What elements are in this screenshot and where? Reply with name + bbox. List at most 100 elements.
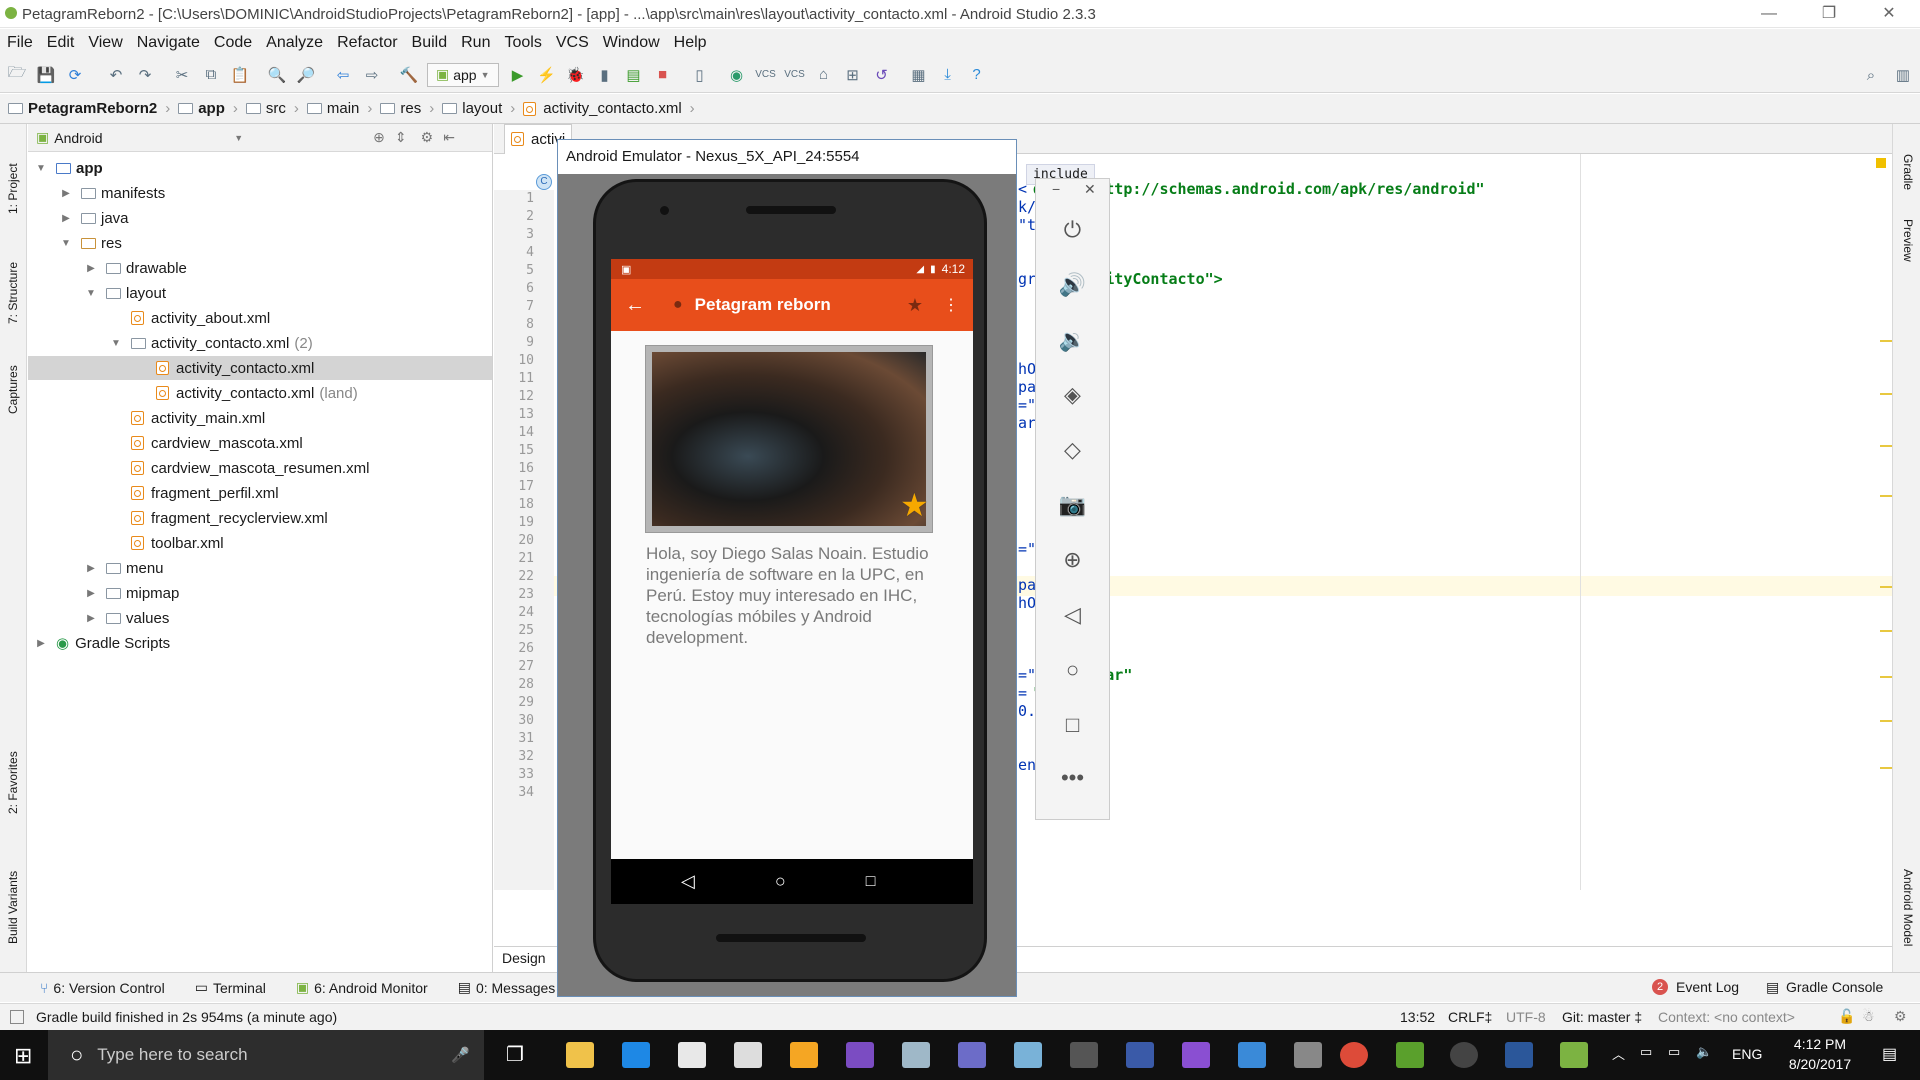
tree-item[interactable]: toolbar.xml [28, 531, 492, 555]
change-marker[interactable] [1880, 445, 1892, 447]
git-branch[interactable]: Git: master ‡ [1562, 1009, 1642, 1025]
sync-icon[interactable]: ⟳ [64, 64, 86, 86]
breadcrumb-layout[interactable]: layout [442, 100, 502, 117]
star-icon[interactable]: ★ [907, 295, 923, 316]
mail-icon[interactable] [734, 1042, 762, 1068]
collapsed-arrow-icon[interactable]: ▶ [84, 613, 98, 624]
run-icon[interactable]: ▶ [507, 64, 529, 86]
locate-icon[interactable]: ⊕ [373, 129, 385, 146]
replace-icon[interactable]: 🔎 [295, 64, 317, 86]
change-marker[interactable] [1880, 676, 1892, 678]
context-indicator[interactable]: Context: <no context> [1658, 1009, 1795, 1025]
change-marker[interactable] [1880, 393, 1892, 395]
notifications-icon[interactable]: ⚙ [1894, 1008, 1907, 1025]
change-marker[interactable] [1880, 767, 1892, 769]
menu-analyze[interactable]: Analyze [266, 29, 323, 57]
structure-icon[interactable]: ⊞ [842, 64, 864, 86]
microphone-icon[interactable]: 🎤 [451, 1046, 470, 1064]
breadcrumb-res[interactable]: res [380, 100, 421, 117]
tool-favorites[interactable]: 2: Favorites [6, 751, 20, 814]
tree-item[interactable]: activity_about.xml [28, 306, 492, 330]
menu-run[interactable]: Run [461, 29, 490, 57]
tray-up-icon[interactable]: ︿ [1612, 1044, 1625, 1063]
tab-design[interactable]: Design [502, 950, 546, 966]
lock-icon[interactable]: 🔓 [1838, 1008, 1855, 1025]
breadcrumb-project[interactable]: PetagramReborn2 [8, 100, 157, 117]
back-arrow-icon[interactable]: ← [625, 294, 645, 317]
android-app-icon[interactable] [1396, 1042, 1424, 1068]
change-marker[interactable] [1880, 586, 1892, 588]
make-project-icon[interactable]: 🔨 [398, 64, 420, 86]
menu-edit[interactable]: Edit [47, 29, 75, 57]
redo-icon[interactable]: ↷ [134, 64, 156, 86]
home-icon[interactable]: ○ [1036, 657, 1109, 683]
screenshot-icon[interactable]: 📷 [1036, 492, 1109, 518]
visual-studio-icon[interactable] [846, 1042, 874, 1068]
tool-event-log[interactable]: Event Log [1676, 979, 1739, 995]
find-icon[interactable]: 🔍 [266, 64, 288, 86]
collapsed-arrow-icon[interactable]: ▶ [84, 263, 98, 274]
action-center-icon[interactable]: ▤ [1882, 1044, 1897, 1064]
collapsed-arrow-icon[interactable]: ▶ [34, 638, 48, 649]
breadcrumb-src[interactable]: src [245, 100, 286, 117]
language-indicator[interactable]: ENG [1732, 1046, 1762, 1062]
zoom-icon[interactable]: ⊕ [1036, 547, 1109, 573]
attach-debugger-icon[interactable]: ▤ [623, 64, 645, 86]
chrome-icon[interactable] [1340, 1042, 1368, 1068]
tree-item[interactable]: ▼ layout [28, 281, 492, 305]
coverage-icon[interactable]: ▮ [594, 64, 616, 86]
collapsed-arrow-icon[interactable]: ▶ [84, 588, 98, 599]
tool-project[interactable]: 1: Project [6, 163, 20, 214]
favorite-star-icon[interactable]: ★ [900, 486, 929, 524]
back-icon[interactable]: ◁ [1036, 602, 1109, 628]
windows-start-icon[interactable]: ⊞ [14, 1043, 32, 1069]
tool-android-monitor[interactable]: 6: Android Monitor [314, 980, 428, 996]
tree-item[interactable]: activity_contacto.xml [28, 356, 492, 380]
word-icon[interactable] [1505, 1042, 1533, 1068]
change-marker[interactable] [1880, 720, 1892, 722]
tree-item[interactable]: ▶ manifests [28, 181, 492, 205]
vcs-commit-icon[interactable]: VCS [755, 64, 777, 86]
minimize-button[interactable]: — [1740, 0, 1798, 28]
emu-minimize-button[interactable]: − [1052, 181, 1060, 197]
volume-up-icon[interactable]: 🔊 [1036, 272, 1109, 298]
tree-item[interactable]: ▶ drawable [28, 256, 492, 280]
gear-icon[interactable]: ⚙ [421, 129, 434, 146]
open-folder-icon[interactable]: 🗁 [6, 64, 28, 86]
breadcrumb-file[interactable]: activity_contacto.xml [523, 100, 682, 117]
back-icon[interactable]: ⇦ [332, 64, 354, 86]
menu-vcs[interactable]: VCS [556, 29, 589, 57]
overflow-menu-icon[interactable]: ⋮ [943, 295, 959, 315]
menu-file[interactable]: File [7, 29, 33, 57]
undo-icon[interactable]: ↶ [105, 64, 127, 86]
tree-item[interactable]: ▶ values [28, 606, 492, 630]
expanded-arrow-icon[interactable]: ▼ [84, 288, 98, 299]
nav-back-icon[interactable]: ◁ [681, 871, 695, 892]
tree-item[interactable]: ▼ activity_contacto.xml (2) [28, 331, 492, 355]
tree-item[interactable]: ▼ app [28, 156, 492, 180]
nav-recents-icon[interactable]: □ [866, 873, 876, 891]
android-studio-taskbar-icon[interactable] [1560, 1042, 1588, 1068]
copy-icon[interactable]: ⧉ [200, 64, 222, 86]
store-icon[interactable] [678, 1042, 706, 1068]
expanded-arrow-icon[interactable]: ▼ [59, 238, 73, 249]
search-input[interactable]: Type here to search [97, 1045, 247, 1065]
tool-preview[interactable]: Preview [1901, 219, 1915, 262]
battery-tray-icon[interactable]: ▭ [1640, 1044, 1652, 1060]
paste-icon[interactable]: 📋 [229, 64, 251, 86]
menu-refactor[interactable]: Refactor [337, 29, 397, 57]
hide-icon[interactable]: ⇤ [443, 129, 455, 146]
apply-changes-icon[interactable]: ⚡ [536, 64, 558, 86]
tool-captures[interactable]: Captures [6, 365, 20, 414]
expanded-arrow-icon[interactable]: ▼ [34, 163, 48, 174]
emu-close-button[interactable]: ✕ [1084, 181, 1096, 198]
revert-icon[interactable]: ↺ [871, 64, 893, 86]
caret-position[interactable]: 13:52 [1400, 1009, 1435, 1025]
rotate-right-icon[interactable]: ◇ [1036, 437, 1109, 463]
dev-app-icon[interactable] [1126, 1042, 1154, 1068]
collapsed-arrow-icon[interactable]: ▶ [84, 563, 98, 574]
starred-app-icon[interactable] [790, 1042, 818, 1068]
menu-build[interactable]: Build [412, 29, 448, 57]
help-icon[interactable]: ? [966, 64, 988, 86]
more-icon[interactable]: ••• [1036, 765, 1109, 791]
